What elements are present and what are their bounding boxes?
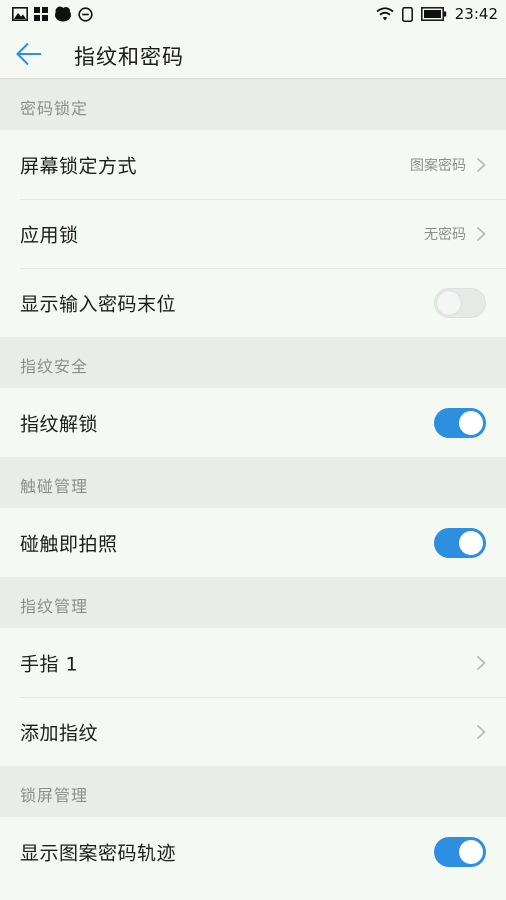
setting-label: 显示图案密码轨迹 — [20, 842, 177, 864]
grid-icon — [34, 7, 48, 21]
status-left-icons — [12, 6, 93, 22]
back-button[interactable] — [12, 38, 46, 70]
arrow-left-icon — [16, 42, 41, 66]
setting-value: 无密码 — [424, 226, 466, 243]
chevron-right-icon — [476, 157, 486, 172]
setting-label: 碰触即拍照 — [20, 533, 118, 555]
section-header-fingerprint-management: 指纹管理 — [0, 577, 506, 628]
setting-value: 图案密码 — [410, 157, 466, 174]
page-title: 指纹和密码 — [74, 45, 184, 69]
setting-label: 显示输入密码末位 — [20, 293, 177, 315]
setting-row-app-lock[interactable]: 应用锁 无密码 — [0, 199, 506, 268]
chevron-right-icon — [476, 226, 486, 241]
toolbar: 指纹和密码 — [0, 30, 506, 79]
toggle-knob — [459, 410, 483, 435]
setting-row-fingerprint-unlock: 指纹解锁 — [0, 388, 506, 457]
setting-row-screen-lock-method[interactable]: 屏幕锁定方式 图案密码 — [0, 130, 506, 199]
touch-to-capture-toggle[interactable] — [434, 527, 486, 558]
settings-list: 密码锁定 屏幕锁定方式 图案密码 应用锁 无密码 显示输入密码末位 指纹安全 指… — [0, 79, 506, 886]
setting-label: 屏幕锁定方式 — [20, 155, 138, 177]
wifi-icon — [376, 7, 394, 21]
toggle-knob — [437, 290, 461, 315]
battery-icon — [420, 7, 446, 21]
toggle-knob — [459, 839, 483, 864]
section-header-fingerprint-security: 指纹安全 — [0, 337, 506, 388]
setting-row-add-fingerprint[interactable]: 添加指纹 — [0, 697, 506, 766]
setting-row-touch-to-capture: 碰触即拍照 — [0, 508, 506, 577]
image-icon — [12, 7, 28, 21]
setting-label: 应用锁 — [20, 224, 79, 246]
setting-label: 指纹解锁 — [20, 413, 99, 435]
cloud-icon — [55, 6, 71, 22]
chevron-right-icon — [476, 655, 486, 670]
status-bar: 23:42 — [0, 0, 506, 30]
chevron-right-icon — [476, 724, 486, 739]
toggle-knob — [459, 530, 483, 555]
setting-label: 添加指纹 — [20, 722, 99, 744]
status-right-icons: 23:42 — [376, 5, 498, 23]
setting-row-show-last-password-digit: 显示输入密码末位 — [0, 268, 506, 337]
status-time: 23:42 — [454, 5, 498, 23]
section-header-touch-management: 触碰管理 — [0, 457, 506, 508]
fingerprint-unlock-toggle[interactable] — [434, 407, 486, 438]
setting-row-show-pattern-trace: 显示图案密码轨迹 — [0, 817, 506, 886]
show-pattern-trace-toggle[interactable] — [434, 836, 486, 867]
section-header-password-lock: 密码锁定 — [0, 79, 506, 130]
show-last-digit-toggle[interactable] — [434, 287, 486, 318]
setting-row-finger-1[interactable]: 手指 1 — [0, 628, 506, 697]
phone-outline-icon — [401, 6, 413, 22]
section-header-lockscreen-management: 锁屏管理 — [0, 766, 506, 817]
setting-label: 手指 1 — [20, 653, 79, 675]
minus-circle-icon — [78, 6, 93, 22]
